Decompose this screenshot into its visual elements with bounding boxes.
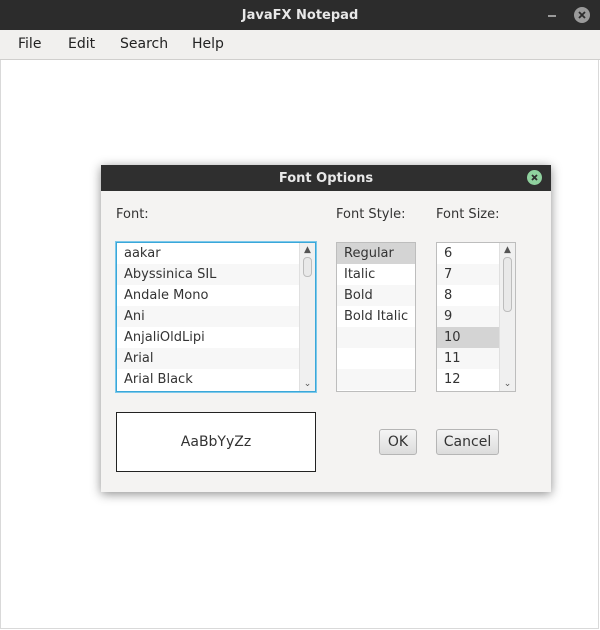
chevron-down-icon[interactable]: ⌄	[300, 378, 315, 390]
menu-file[interactable]: File	[18, 30, 41, 59]
size-list-item[interactable]: 11	[437, 348, 500, 369]
font-list-item[interactable]: aakar	[117, 243, 300, 264]
size-list-item[interactable]: 10	[437, 327, 500, 348]
dialog-title: Font Options	[278, 171, 374, 186]
font-list-scrollbar[interactable]: ▲ ⌄	[299, 243, 315, 391]
style-list-item[interactable]: Bold Italic	[337, 306, 415, 327]
font-size-label: Font Size:	[436, 207, 500, 222]
dialog-titlebar: Font Options	[101, 165, 551, 191]
minimize-icon[interactable]	[544, 6, 562, 24]
ok-button[interactable]: OK	[379, 429, 417, 455]
font-options-dialog: Font Options Font: Font Style: Font Size…	[101, 165, 551, 492]
size-list-item[interactable]: 9	[437, 306, 500, 327]
chevron-up-icon[interactable]: ▲	[500, 244, 515, 256]
scrollbar-thumb[interactable]	[303, 257, 312, 277]
size-list-item[interactable]: 6	[437, 243, 500, 264]
font-list-item[interactable]: Andale Mono	[117, 285, 300, 306]
close-icon[interactable]	[574, 7, 590, 23]
font-list[interactable]: aakar Abyssinica SIL Andale Mono Ani Anj…	[116, 242, 316, 392]
font-list-item[interactable]: Abyssinica SIL	[117, 264, 300, 285]
window-title: JavaFX Notepad	[241, 8, 359, 23]
style-list-item[interactable]: Bold	[337, 285, 415, 306]
window-titlebar: JavaFX Notepad	[0, 0, 600, 30]
style-list-empty-row	[337, 348, 415, 369]
size-list-item[interactable]: 7	[437, 264, 500, 285]
scrollbar-thumb[interactable]	[503, 257, 512, 312]
size-list-scrollbar[interactable]: ▲ ⌄	[499, 243, 515, 391]
size-list-item[interactable]: 12	[437, 369, 500, 390]
style-list-item[interactable]: Italic	[337, 264, 415, 285]
dialog-close-icon[interactable]	[527, 170, 542, 185]
font-style-label: Font Style:	[336, 207, 406, 222]
style-list-item[interactable]: Regular	[337, 243, 415, 264]
size-list-item[interactable]: 8	[437, 285, 500, 306]
font-size-list[interactable]: 6 7 8 9 10 11 12 ▲ ⌄	[436, 242, 516, 392]
font-preview: AaBbYyZz	[116, 412, 316, 472]
menu-bar: File Edit Search Help	[0, 30, 600, 60]
font-list-item[interactable]: Ani	[117, 306, 300, 327]
chevron-up-icon[interactable]: ▲	[300, 244, 315, 256]
font-style-list[interactable]: Regular Italic Bold Bold Italic	[336, 242, 416, 392]
cancel-button[interactable]: Cancel	[436, 429, 499, 455]
menu-edit[interactable]: Edit	[68, 30, 95, 59]
font-list-item[interactable]: AnjaliOldLipi	[117, 327, 300, 348]
style-list-empty-row	[337, 327, 415, 348]
chevron-down-icon[interactable]: ⌄	[500, 378, 515, 390]
font-list-item[interactable]: Arial	[117, 348, 300, 369]
menu-search[interactable]: Search	[120, 30, 168, 59]
style-list-empty-row	[337, 369, 415, 390]
font-label: Font:	[116, 207, 149, 222]
menu-help[interactable]: Help	[192, 30, 224, 59]
font-list-item[interactable]: Arial Black	[117, 369, 300, 390]
